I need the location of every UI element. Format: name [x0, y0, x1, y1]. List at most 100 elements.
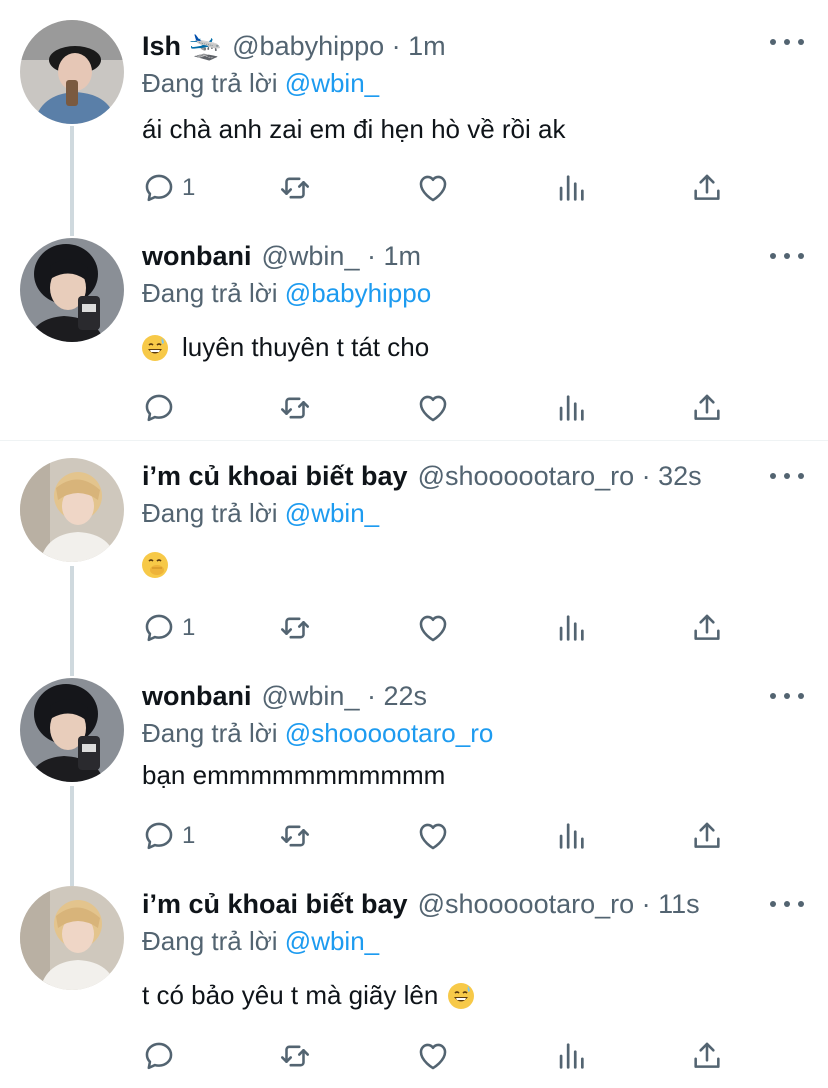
- replying-to: Đang trả lời @shoooootaro_ro: [142, 718, 493, 749]
- more-icon[interactable]: [770, 898, 804, 910]
- reply-handle[interactable]: @shoooootaro_ro: [285, 718, 494, 748]
- analytics-button[interactable]: [554, 388, 588, 428]
- reply-icon: [142, 611, 176, 645]
- retweet-icon: [278, 1039, 312, 1073]
- retweet-button[interactable]: [278, 608, 312, 648]
- reply-count: 1: [182, 174, 196, 201]
- share-icon: [690, 819, 724, 853]
- avatar[interactable]: [20, 886, 124, 990]
- avatar[interactable]: [20, 20, 124, 124]
- author-meta[interactable]: @shoooootaro_ro · 32s: [418, 461, 702, 492]
- author-name[interactable]: Ish 🛬: [142, 30, 222, 62]
- reply-icon: [142, 1039, 176, 1073]
- reply-count: 1: [182, 614, 196, 641]
- share-button[interactable]: [690, 608, 724, 648]
- retweet-button[interactable]: [278, 168, 312, 208]
- share-button[interactable]: [690, 816, 724, 856]
- retweet-icon: [278, 171, 312, 205]
- author-name[interactable]: wonbani: [142, 241, 252, 272]
- grinning-sweat-emoji-icon: [142, 334, 168, 361]
- tweet-text-row: bạn emmmmmmmmmmm: [142, 760, 445, 791]
- action-bar: [142, 388, 742, 428]
- analytics-icon: [554, 819, 588, 853]
- retweet-button[interactable]: [278, 1036, 312, 1076]
- reply-count: 1: [182, 822, 196, 849]
- tweet[interactable]: wonbani @wbin_ · 1m Đang trả lời @babyhi…: [0, 238, 828, 438]
- avatar[interactable]: [20, 458, 124, 562]
- tweet[interactable]: wonbani @wbin_ · 22s Đang trả lời @shooo…: [0, 678, 828, 868]
- reply-handle[interactable]: @wbin_: [285, 68, 379, 98]
- reply-button[interactable]: 1: [142, 168, 195, 208]
- like-button[interactable]: [416, 168, 450, 208]
- author-name[interactable]: wonbani: [142, 681, 252, 712]
- replying-to: Đang trả lời @wbin_: [142, 498, 379, 529]
- reply-button[interactable]: [142, 1036, 182, 1076]
- action-bar: 1: [142, 608, 742, 648]
- author-name[interactable]: i’m củ khoai biết bay: [142, 461, 408, 492]
- reply-icon: [142, 819, 176, 853]
- action-bar: 1: [142, 816, 742, 856]
- reply-prefix: Đang trả lời: [142, 926, 278, 956]
- like-button[interactable]: [416, 816, 450, 856]
- action-bar: 1: [142, 168, 742, 208]
- reply-button[interactable]: 1: [142, 608, 195, 648]
- like-button[interactable]: [416, 388, 450, 428]
- more-icon[interactable]: [770, 250, 804, 262]
- share-icon: [690, 1039, 724, 1073]
- reply-prefix: Đang trả lời: [142, 278, 278, 308]
- tweet[interactable]: Ish 🛬 @babyhippo · 1m Đang trả lời @wbin…: [0, 20, 828, 218]
- analytics-button[interactable]: [554, 608, 588, 648]
- analytics-icon: [554, 171, 588, 205]
- tweet-text-row: t có bảo yêu t mà giãy lên: [142, 980, 475, 1011]
- analytics-icon: [554, 1039, 588, 1073]
- reply-handle[interactable]: @babyhippo: [285, 278, 431, 308]
- reply-icon: [142, 391, 176, 425]
- replying-to: Đang trả lời @wbin_: [142, 68, 379, 99]
- share-button[interactable]: [690, 388, 724, 428]
- avatar[interactable]: [20, 678, 124, 782]
- reply-prefix: Đang trả lời: [142, 498, 278, 528]
- like-button[interactable]: [416, 608, 450, 648]
- tweet[interactable]: i’m củ khoai biết bay @shoooootaro_ro · …: [0, 886, 828, 1088]
- grinning-sweat-emoji-icon: [448, 982, 475, 1009]
- reply-handle[interactable]: @wbin_: [285, 926, 379, 956]
- share-icon: [690, 171, 724, 205]
- tweet-text: ái chà anh zai em đi hẹn hò về rồi ak: [142, 114, 566, 144]
- share-icon: [690, 611, 724, 645]
- reply-icon: [142, 171, 176, 205]
- tweet-text-row: luyên thuyên t tát cho: [142, 332, 429, 363]
- action-bar: [142, 1036, 742, 1076]
- share-icon: [690, 391, 724, 425]
- more-icon[interactable]: [770, 690, 804, 702]
- reply-prefix: Đang trả lời: [142, 718, 278, 748]
- analytics-button[interactable]: [554, 1036, 588, 1076]
- like-icon: [416, 171, 450, 205]
- retweet-icon: [278, 611, 312, 645]
- replying-to: Đang trả lời @wbin_: [142, 926, 379, 957]
- more-icon[interactable]: [770, 470, 804, 482]
- reply-button[interactable]: 1: [142, 816, 195, 856]
- tweet[interactable]: i’m củ khoai biết bay @shoooootaro_ro · …: [0, 458, 828, 658]
- author-meta[interactable]: @wbin_ · 1m: [262, 241, 421, 272]
- retweet-icon: [278, 819, 312, 853]
- analytics-button[interactable]: [554, 816, 588, 856]
- avatar[interactable]: [20, 238, 124, 342]
- retweet-button[interactable]: [278, 388, 312, 428]
- reply-handle[interactable]: @wbin_: [285, 498, 379, 528]
- author-meta[interactable]: @shoooootaro_ro · 11s: [418, 889, 700, 920]
- reply-button[interactable]: [142, 388, 182, 428]
- replying-to: Đang trả lời @babyhippo: [142, 278, 431, 309]
- retweet-icon: [278, 391, 312, 425]
- share-button[interactable]: [690, 168, 724, 208]
- author-name[interactable]: i’m củ khoai biết bay: [142, 889, 408, 920]
- author-meta[interactable]: @babyhippo · 1m: [232, 31, 446, 62]
- more-icon[interactable]: [770, 36, 804, 48]
- retweet-button[interactable]: [278, 816, 312, 856]
- share-button[interactable]: [690, 1036, 724, 1076]
- analytics-button[interactable]: [554, 168, 588, 208]
- author-meta[interactable]: @wbin_ · 22s: [262, 681, 427, 712]
- like-button[interactable]: [416, 1036, 450, 1076]
- like-icon: [416, 1039, 450, 1073]
- face-with-hand-over-mouth-emoji-icon: [142, 552, 168, 578]
- tweet-text: t có bảo yêu t mà giãy lên: [142, 980, 439, 1010]
